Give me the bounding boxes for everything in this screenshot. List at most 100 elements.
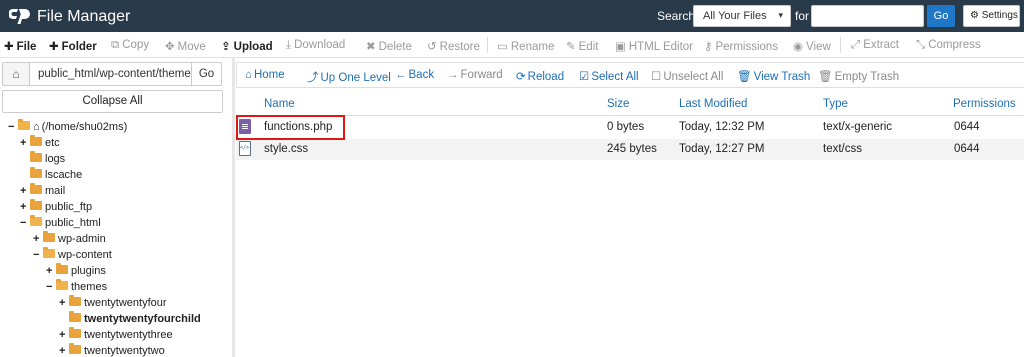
tree-item-label: wp-content — [58, 249, 112, 261]
unselect-all-button[interactable]: ☐ Unselect All — [651, 69, 723, 83]
up-one-level-button[interactable]: ⤴ Up One Level — [307, 69, 391, 85]
home-dir-button[interactable]: ⌂ — [2, 62, 30, 86]
expand-toggle-icon[interactable]: + — [46, 265, 55, 277]
home-icon: ⌂ — [245, 69, 252, 81]
tree-item-label: twentytwentyfourchild — [84, 313, 201, 325]
upload-button[interactable]: ⇪ Upload — [221, 39, 273, 53]
gear-icon: ⚙ — [970, 10, 979, 21]
extract-button[interactable]: ⤢ Extract — [851, 39, 899, 52]
file-size: 245 bytes — [607, 143, 657, 155]
tree-item-label: logs — [45, 153, 66, 165]
folder-icon — [43, 231, 55, 242]
app-title: File Manager — [37, 8, 131, 25]
permissions-button[interactable]: ⚷ Permissions — [704, 39, 778, 53]
settings-button[interactable]: ⚙ Settings — [963, 5, 1020, 27]
tree-item-twentytwentythree[interactable]: + twentytwentythree — [59, 327, 173, 345]
tree-item-label: etc — [45, 137, 60, 149]
view-trash-label: View Trash — [753, 71, 811, 83]
new-file-button[interactable]: ✚ File — [4, 39, 36, 53]
tree-item-wp-content[interactable]: − wp-content — [33, 247, 112, 265]
collapse-toggle-icon[interactable]: − — [33, 249, 42, 261]
copy-label: Copy — [122, 39, 150, 51]
path-go-button[interactable]: Go — [192, 62, 222, 86]
file-name[interactable]: style.css — [264, 143, 308, 155]
view-button[interactable]: ◉ View — [793, 39, 831, 53]
toolbar-divider — [840, 37, 841, 53]
folder-icon — [69, 343, 81, 354]
table-row[interactable]: style.css 245 bytes Today, 12:27 PM text… — [236, 139, 1024, 160]
download-button[interactable]: ⤓ Download — [286, 39, 345, 52]
column-header-type[interactable]: Type — [823, 98, 848, 110]
column-header-name[interactable]: Name — [264, 98, 295, 110]
tree-item-mail[interactable]: + mail — [20, 183, 65, 201]
move-button[interactable]: ✥ Move — [165, 39, 206, 53]
tree-item-twentytwentytwo[interactable]: + twentytwentytwo — [59, 343, 165, 357]
tree-item-themes[interactable]: − themes — [46, 279, 107, 297]
home-button[interactable]: ⌂ Home — [245, 69, 285, 81]
copy-button[interactable]: ⧉ Copy — [111, 39, 149, 52]
back-button[interactable]: ← Back — [395, 69, 434, 81]
collapse-all-button[interactable]: Collapse All — [2, 90, 223, 113]
expand-toggle-icon[interactable]: + — [59, 329, 68, 341]
expand-toggle-icon[interactable]: + — [59, 345, 68, 357]
compress-button[interactable]: ⤡ Compress — [916, 39, 981, 52]
tree-item-twentytwentyfourchild[interactable]: twentytwentyfourchild — [59, 311, 201, 329]
download-icon: ⤓ — [286, 39, 292, 51]
expand-toggle-icon[interactable]: + — [20, 137, 29, 149]
view-trash-button[interactable]: 🗑 View Trash — [737, 69, 810, 83]
tree-item-etc[interactable]: + etc — [20, 135, 60, 153]
unselect-all-label: Unselect All — [663, 71, 724, 83]
html-editor-label: HTML Editor — [628, 41, 693, 53]
move-icon: ✥ — [165, 41, 175, 53]
delete-button[interactable]: ✖ Delete — [366, 39, 412, 53]
column-header-last-modified[interactable]: Last Modified — [679, 98, 747, 110]
new-folder-button[interactable]: ✚ Folder — [49, 39, 97, 53]
collapse-toggle-icon[interactable]: − — [46, 281, 55, 293]
tree-item-label: twentytwentyfour — [84, 297, 167, 309]
search-input[interactable] — [811, 5, 924, 27]
upload-label: Upload — [233, 41, 273, 53]
file-list-empty-area[interactable] — [236, 160, 1024, 357]
level-up-icon: ⤴ — [307, 72, 319, 84]
empty-trash-button[interactable]: 🗑 Empty Trash — [818, 69, 899, 83]
column-header-permissions[interactable]: Permissions — [953, 98, 1016, 110]
copy-icon: ⧉ — [111, 39, 120, 51]
expand-toggle-icon[interactable]: + — [33, 233, 42, 245]
tree-item-plugins[interactable]: + plugins — [46, 263, 106, 281]
rename-label: Rename — [510, 41, 555, 53]
file-type: text/css — [823, 143, 862, 155]
extract-label: Extract — [863, 39, 899, 51]
search-scope-select[interactable]: All Your Files ▾ — [693, 5, 791, 27]
for-label: for — [795, 9, 810, 23]
tree-item-logs[interactable]: logs — [20, 151, 66, 169]
home-icon: ⌂ — [33, 121, 40, 133]
edit-button[interactable]: ✎ Edit — [566, 39, 598, 53]
chevron-down-icon: ▾ — [778, 10, 783, 20]
rename-button[interactable]: ▭ Rename — [497, 39, 554, 53]
html-editor-button[interactable]: ▣ HTML Editor — [615, 39, 693, 53]
pencil-icon: ✎ — [566, 41, 576, 53]
new-file-label: File — [16, 41, 37, 53]
search-go-button[interactable]: Go — [927, 5, 955, 27]
arrow-left-icon: ← — [395, 69, 407, 81]
tree-item-public-html[interactable]: − public_html — [20, 215, 101, 233]
panel-splitter[interactable] — [232, 58, 235, 357]
restore-button[interactable]: ↺ Restore — [427, 39, 480, 53]
reload-button[interactable]: ⟳ Reload — [516, 69, 564, 83]
up-one-level-label: Up One Level — [320, 72, 391, 84]
path-input[interactable]: public_html/wp-content/themes — [30, 62, 192, 86]
tree-item-label: wp-admin — [58, 233, 106, 245]
expand-toggle-icon[interactable]: + — [20, 201, 29, 213]
expand-toggle-icon[interactable]: + — [20, 185, 29, 197]
expand-toggle-icon[interactable]: + — [59, 297, 68, 309]
tree-item-home[interactable]: − ⌂ (/home/shu02ms) — [8, 119, 127, 137]
table-row[interactable]: functions.php 0 bytes Today, 12:32 PM te… — [236, 117, 1024, 138]
forward-button[interactable]: → Forward — [447, 69, 503, 81]
collapse-toggle-icon[interactable]: − — [20, 217, 29, 229]
collapse-toggle-icon[interactable]: − — [8, 121, 17, 133]
column-header-size[interactable]: Size — [607, 98, 629, 110]
tree-item-twentytwentyfour[interactable]: + twentytwentyfour — [59, 295, 167, 313]
top-header: File Manager Search All Your Files ▾ for… — [0, 0, 1024, 32]
tree-item-label: public_html — [45, 217, 101, 229]
select-all-button[interactable]: ☑ Select All — [579, 69, 639, 83]
